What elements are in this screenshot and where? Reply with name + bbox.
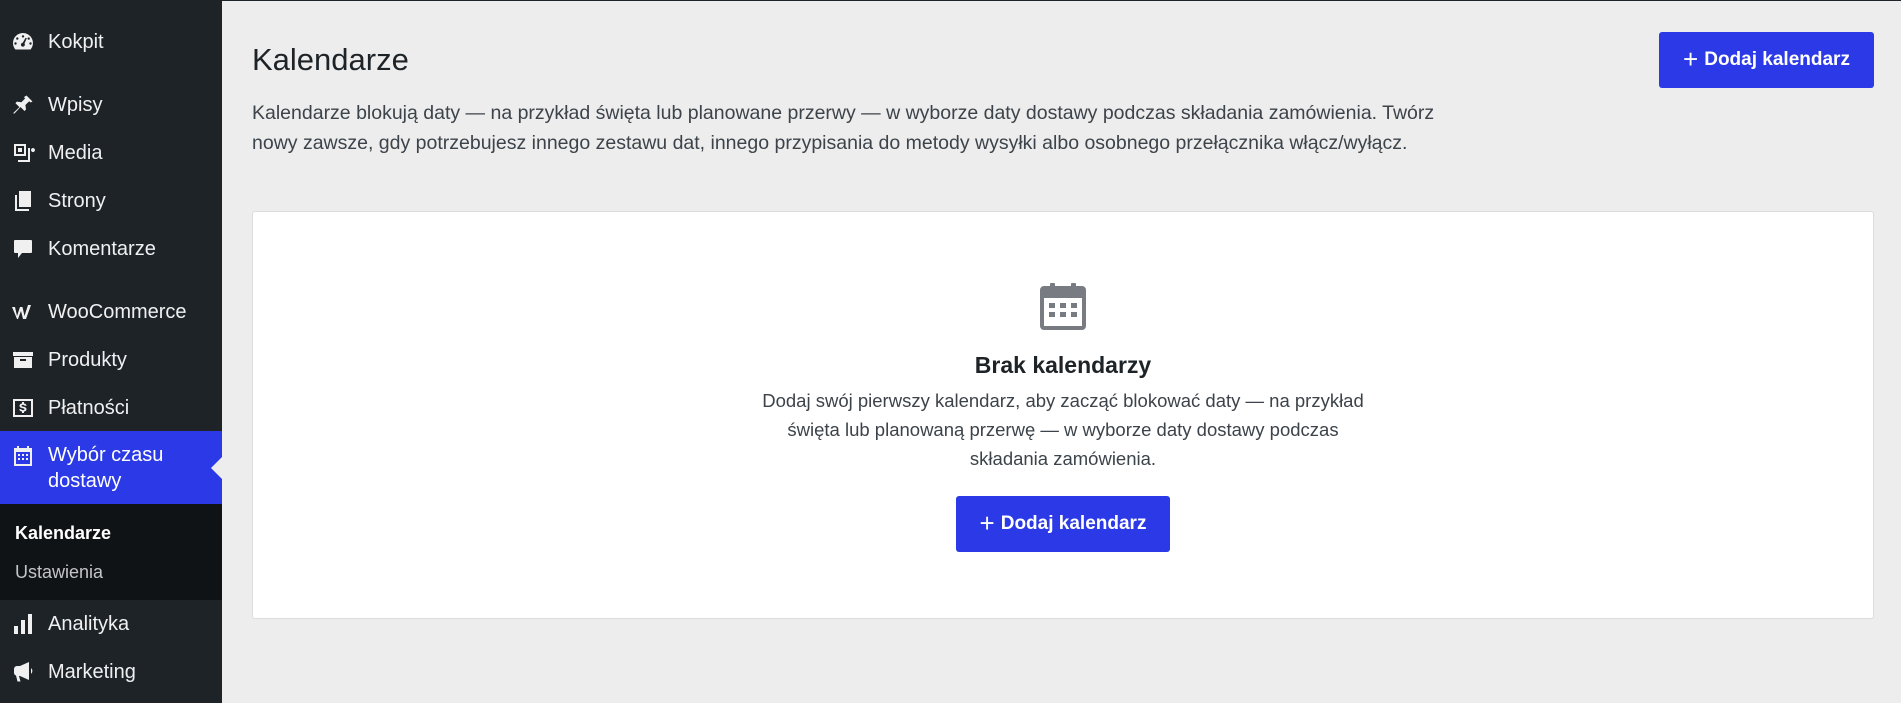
sidebar-item-label: Media bbox=[48, 142, 103, 164]
sidebar-item-label: Komentarze bbox=[48, 238, 156, 260]
sidebar-item-label: Wybór czasu dostawy bbox=[48, 444, 164, 492]
add-calendar-button-label: Dodaj kalendarz bbox=[1000, 513, 1147, 534]
submenu-item-ustawienia[interactable]: Ustawienia bbox=[15, 561, 103, 583]
submenu: Kalendarze Ustawienia bbox=[0, 504, 222, 600]
page-description: Kalendarze blokują daty — na przykład św… bbox=[252, 102, 1435, 154]
sidebar-item-label: Produkty bbox=[48, 349, 127, 371]
sidebar-item-label: Płatności bbox=[48, 397, 130, 419]
comment-icon bbox=[10, 236, 36, 262]
sidebar-item-label: Strony bbox=[48, 190, 106, 212]
admin-sidebar: Kokpit Wpisy Media Strony Komentarze Woo… bbox=[0, 0, 222, 703]
active-indicator-arrow bbox=[211, 457, 222, 479]
empty-state-title: Brak kalendarzy bbox=[974, 352, 1152, 378]
calendar-icon bbox=[1040, 283, 1086, 330]
calendar-icon bbox=[10, 443, 36, 469]
plus-icon: + bbox=[1683, 44, 1699, 74]
megaphone-icon bbox=[10, 659, 36, 685]
sidebar-item-label: Analityka bbox=[48, 613, 130, 635]
sidebar-item-label: WooCommerce bbox=[48, 301, 187, 323]
payments-icon bbox=[10, 395, 36, 421]
sidebar-item-wybor-czasu-dostawy[interactable]: Wybór czasu dostawy bbox=[0, 431, 222, 504]
archive-icon bbox=[10, 347, 36, 373]
media-icon bbox=[10, 140, 36, 166]
sidebar-item-label: Kokpit bbox=[48, 31, 104, 53]
chart-bar-icon bbox=[10, 611, 36, 637]
plus-icon: + bbox=[979, 508, 995, 538]
pin-icon bbox=[10, 92, 36, 118]
empty-state-description: Dodaj swój pierwszy kalendarz, aby zaczą… bbox=[762, 390, 1364, 469]
submenu-item-kalendarze[interactable]: Kalendarze bbox=[15, 522, 111, 544]
empty-state-card: Brak kalendarzy Dodaj swój pierwszy kale… bbox=[252, 211, 1874, 619]
sidebar-item-label: Marketing bbox=[48, 661, 136, 683]
add-calendar-button[interactable]: + Dodaj kalendarz bbox=[1659, 32, 1874, 88]
add-calendar-button-empty-state[interactable]: + Dodaj kalendarz bbox=[956, 496, 1170, 552]
dashboard-icon bbox=[10, 29, 36, 55]
sidebar-item-label: Wpisy bbox=[48, 94, 103, 116]
page-title: Kalendarze bbox=[252, 42, 409, 77]
add-calendar-button-label: Dodaj kalendarz bbox=[1704, 49, 1850, 70]
woocommerce-icon bbox=[10, 299, 36, 325]
top-border bbox=[0, 0, 1901, 1]
pages-icon bbox=[10, 188, 36, 214]
